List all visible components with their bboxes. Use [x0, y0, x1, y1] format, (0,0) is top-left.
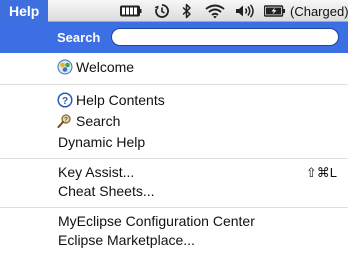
menu-search-row: Search	[0, 22, 348, 53]
battery-meter-icon[interactable]	[120, 0, 142, 22]
status-area: (Charged)	[120, 0, 348, 22]
menu-item-cheat-sheets[interactable]: Cheat Sheets...	[0, 181, 348, 202]
wifi-icon[interactable]	[205, 0, 225, 22]
menu-item-myeclipse-configuration-center[interactable]: MyEclipse Configuration Center	[0, 211, 348, 232]
menu-item-help-contents[interactable]: ? Help Contents	[0, 90, 348, 111]
battery-icon[interactable]	[264, 0, 286, 22]
battery-status-text[interactable]: (Charged)	[290, 4, 348, 19]
help-question-icon: ?	[57, 92, 73, 108]
menu-separator	[0, 84, 348, 85]
help-menu-title[interactable]: Help	[0, 0, 49, 22]
menu-separator	[0, 158, 348, 159]
svg-text:?: ?	[62, 96, 68, 107]
menu-separator	[0, 207, 348, 208]
time-machine-icon[interactable]	[154, 0, 170, 22]
menu-bar: Help (Charged)	[0, 0, 348, 22]
menu-item-welcome[interactable]: Welcome	[0, 57, 348, 78]
search-input[interactable]	[111, 28, 339, 46]
help-search-icon: ?	[57, 113, 73, 129]
svg-text:?: ?	[64, 117, 68, 124]
help-menu: Search Welcome ? Help Contents ? Search …	[0, 22, 348, 254]
menu-item-eclipse-marketplace[interactable]: Eclipse Marketplace...	[0, 230, 348, 251]
menu-item-dynamic-help[interactable]: Dynamic Help	[0, 132, 348, 153]
bluetooth-icon[interactable]	[182, 0, 192, 22]
key-assist-shortcut: ⇧⌘L	[305, 165, 337, 180]
eclipse-welcome-icon	[57, 59, 73, 75]
search-label: Search	[57, 30, 101, 45]
menu-item-search[interactable]: ? Search	[0, 111, 348, 132]
volume-icon[interactable]	[235, 0, 255, 22]
menu-item-key-assist[interactable]: Key Assist... ⇧⌘L	[0, 162, 348, 183]
